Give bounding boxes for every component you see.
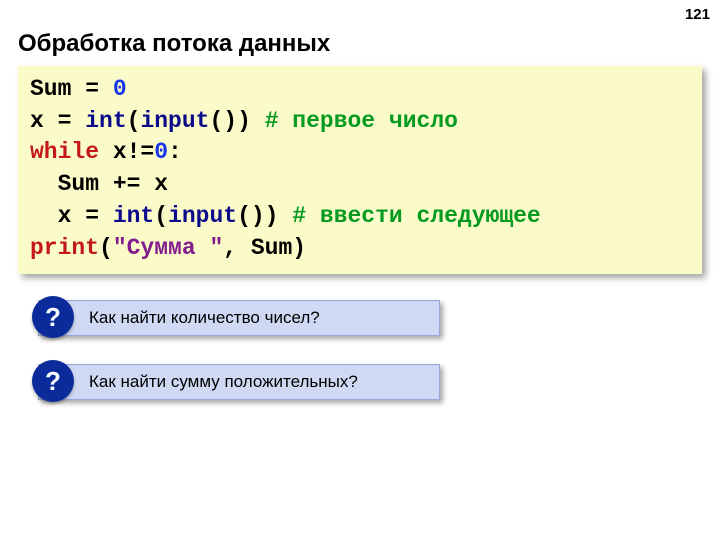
- code-keyword: while: [30, 139, 99, 165]
- question-row-1: ? Как найти количество чисел?: [38, 300, 440, 336]
- question-row-2: ? Как найти сумму положительных?: [38, 364, 440, 400]
- page-number: 121: [685, 6, 710, 23]
- code-text: x =: [30, 108, 85, 134]
- code-line-4: Sum += x: [30, 169, 690, 201]
- question-text: Как найти сумму положительных?: [89, 372, 358, 392]
- question-box-2: Как найти сумму положительных?: [38, 364, 440, 400]
- code-func: input: [140, 108, 209, 134]
- code-number: 0: [154, 139, 168, 165]
- page-title: Обработка потока данных: [18, 30, 330, 58]
- code-text: Sum =: [30, 76, 113, 102]
- code-text: (: [127, 108, 141, 134]
- code-text: (: [99, 235, 113, 261]
- code-block: Sum = 0 x = int(input()) # первое число …: [18, 66, 702, 274]
- question-mark-icon: ?: [32, 296, 74, 338]
- code-comment: # первое число: [265, 108, 458, 134]
- code-func: int: [113, 203, 154, 229]
- code-comment: # ввести следующее: [292, 203, 540, 229]
- code-line-1: Sum = 0: [30, 74, 690, 106]
- code-line-6: print("Сумма ", Sum): [30, 233, 690, 265]
- code-string: "Сумма ": [113, 235, 223, 261]
- question-text: Как найти количество чисел?: [89, 308, 320, 328]
- code-text: Sum += x: [30, 171, 168, 197]
- code-text: :: [168, 139, 182, 165]
- code-text: (: [154, 203, 168, 229]
- question-mark-icon: ?: [32, 360, 74, 402]
- code-text: ()): [237, 203, 292, 229]
- code-text: x =: [30, 203, 113, 229]
- code-line-3: while x!=0:: [30, 137, 690, 169]
- code-text: ()): [209, 108, 264, 134]
- code-number: 0: [113, 76, 127, 102]
- question-box-1: Как найти количество чисел?: [38, 300, 440, 336]
- code-func: int: [85, 108, 126, 134]
- code-func: input: [168, 203, 237, 229]
- code-line-2: x = int(input()) # первое число: [30, 106, 690, 138]
- code-keyword: print: [30, 235, 99, 261]
- code-line-5: x = int(input()) # ввести следующее: [30, 201, 690, 233]
- code-text: x!=: [99, 139, 154, 165]
- code-text: , Sum): [223, 235, 306, 261]
